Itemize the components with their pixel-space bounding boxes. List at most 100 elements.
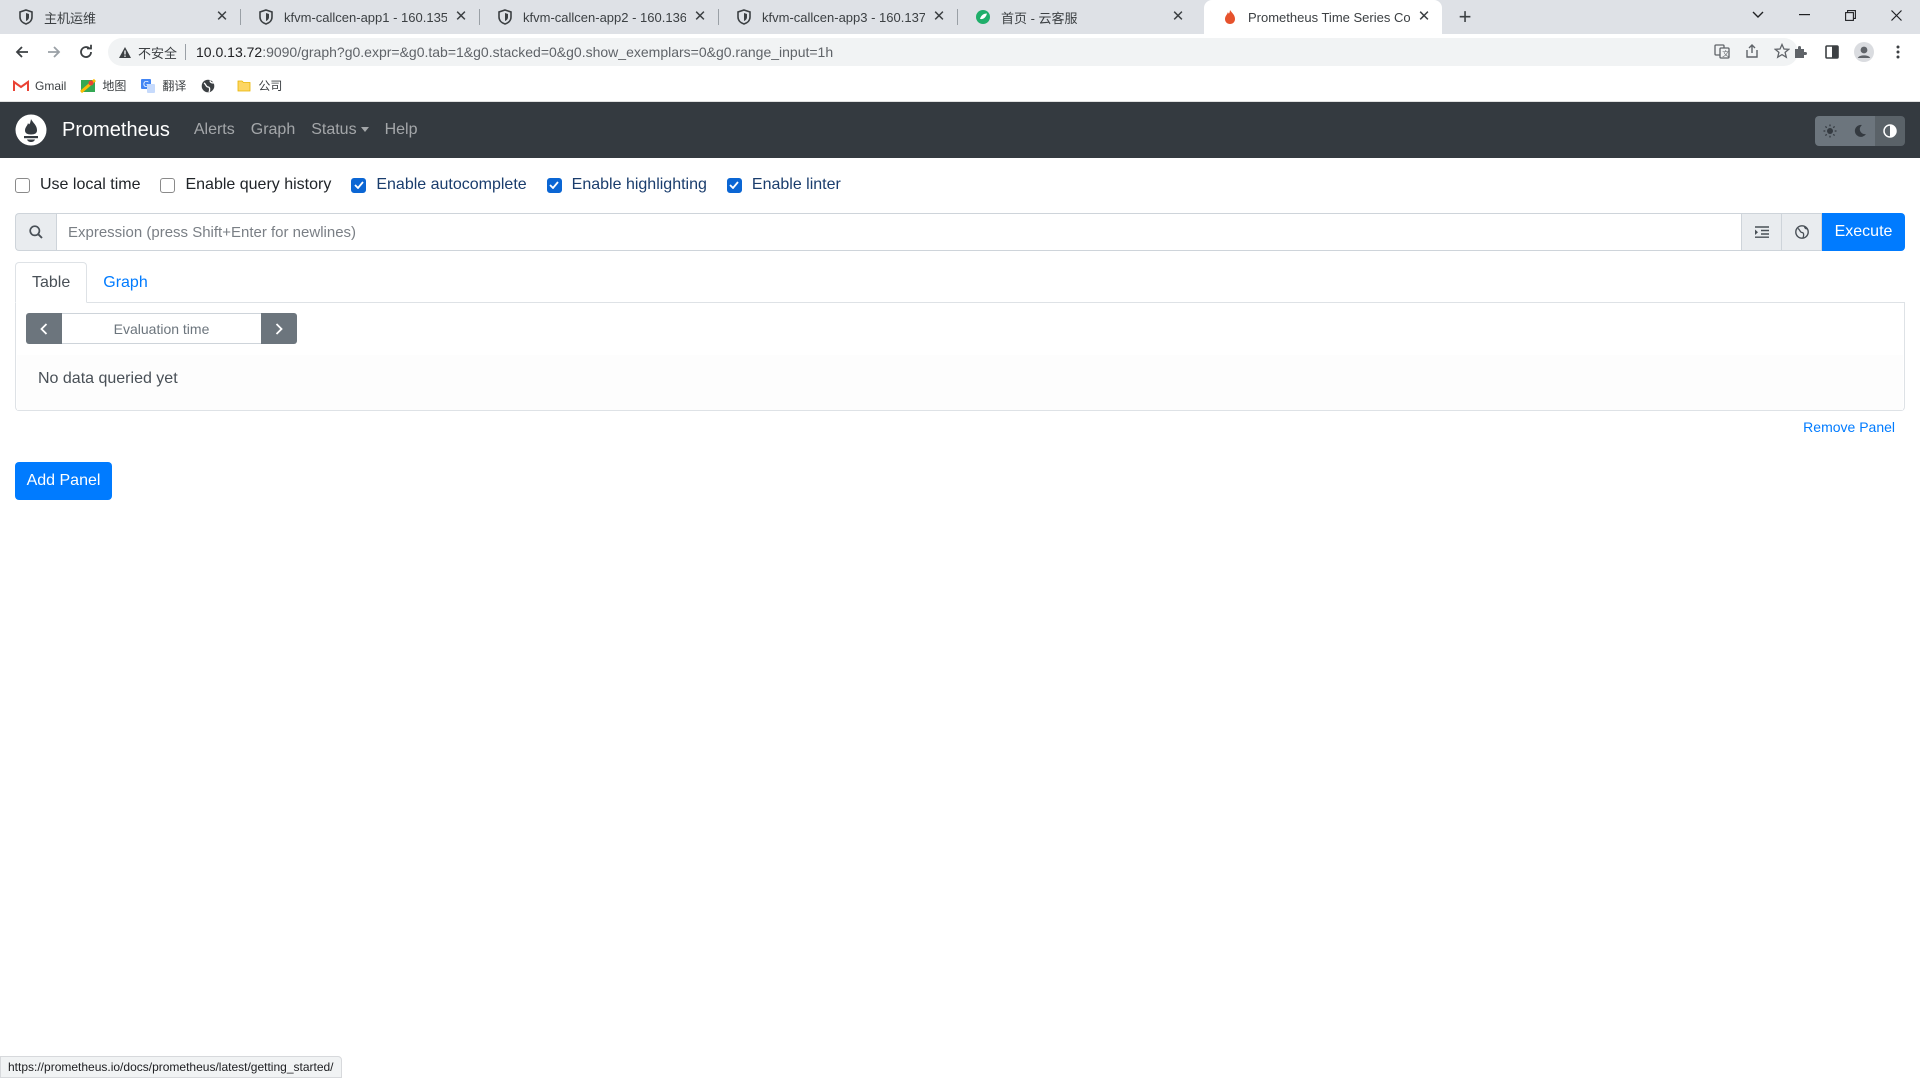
eval-next-button[interactable] (261, 313, 297, 344)
warning-icon[interactable] (118, 46, 132, 59)
tab-title: Prometheus Time Series Colle (1248, 9, 1410, 25)
option-enable-highlighting[interactable]: Enable highlighting (546, 176, 707, 194)
prometheus-logo-icon[interactable] (15, 114, 47, 146)
browser-toolbar: 不安全 10.0.13.72:9090/graph?g0.expr=&g0.ta… (0, 34, 1920, 70)
expression-input[interactable]: Expression (press Shift+Enter for newlin… (56, 213, 1742, 251)
theme-auto-button[interactable] (1875, 116, 1905, 146)
indent-icon (1754, 226, 1769, 238)
maps-icon (80, 78, 97, 94)
chevron-left-icon (40, 322, 48, 335)
checkbox-unchecked[interactable] (15, 177, 30, 193)
browser-tab[interactable]: kfvm-callcen-app1 - 160.135 ✕ (240, 0, 479, 34)
option-label: Use local time (40, 176, 141, 193)
bookmark-globe[interactable] (200, 78, 222, 94)
bookmark-label: 翻译 (162, 79, 187, 93)
check-icon (549, 181, 559, 189)
theme-light-button[interactable] (1815, 116, 1845, 146)
close-icon[interactable]: ✕ (1416, 9, 1432, 25)
checkbox-unchecked[interactable] (160, 177, 176, 193)
close-icon[interactable]: ✕ (931, 9, 947, 25)
option-label: Enable autocomplete (376, 176, 527, 193)
checkbox-checked[interactable] (726, 177, 742, 193)
close-icon[interactable]: ✕ (453, 9, 469, 25)
security-label[interactable]: 不安全 (138, 43, 177, 62)
tab-table[interactable]: Table (15, 262, 88, 303)
link-status-bar: https://prometheus.io/docs/prometheus/la… (0, 1056, 342, 1078)
checkbox-checked[interactable] (351, 177, 367, 193)
restore-icon[interactable] (1827, 0, 1873, 30)
tab-title: kfvm-callcen-app1 - 160.135 (284, 9, 447, 25)
bookmark-folder[interactable]: 公司 (236, 77, 282, 94)
evaluation-time-input[interactable]: Evaluation time (62, 313, 261, 344)
moon-icon (1854, 124, 1866, 137)
translate-page-icon[interactable]: 文 (1714, 43, 1730, 62)
bookmark-maps[interactable]: 地图 (80, 77, 126, 94)
caret-down-icon (360, 127, 369, 133)
prometheus-flame-icon (1222, 9, 1238, 25)
tab-title: 主机运维 (44, 10, 97, 26)
theme-dark-button[interactable] (1845, 116, 1875, 146)
folder-icon (236, 78, 252, 94)
nav-graph[interactable]: Graph (251, 121, 295, 139)
option-enable-autocomplete[interactable]: Enable autocomplete (351, 176, 527, 194)
option-enable-linter[interactable]: Enable linter (726, 176, 841, 194)
panel-content: Evaluation time No data queried yet (15, 302, 1905, 411)
extensions-icon[interactable] (1786, 38, 1814, 66)
tab-title: kfvm-callcen-app3 - 160.137 (762, 9, 925, 25)
execute-button[interactable]: Execute (1822, 213, 1905, 251)
query-options: Use local time Enable query history Enab… (15, 175, 861, 195)
tab-title: kfvm-callcen-app2 - 160.136 (523, 9, 686, 25)
option-label: Enable highlighting (571, 176, 707, 193)
browser-tab-strip: 主机运维 ✕ kfvm-callcen-app1 - 160.135 ✕ kfv… (0, 0, 1920, 34)
shield-icon (497, 9, 513, 25)
tab-graph[interactable]: Graph (87, 262, 163, 303)
translate-icon: G (140, 78, 156, 94)
address-bar[interactable]: 不安全 10.0.13.72:9090/graph?g0.expr=&g0.ta… (108, 38, 1798, 66)
side-panel-icon[interactable] (1818, 38, 1846, 66)
window-close-icon[interactable] (1873, 0, 1919, 30)
metrics-explorer-button[interactable] (1782, 213, 1822, 251)
browser-tab[interactable]: kfvm-callcen-app2 - 160.136 ✕ (479, 0, 718, 34)
profile-avatar-icon[interactable] (1850, 38, 1878, 66)
bookmark-gmail[interactable]: Gmail (13, 78, 66, 94)
chevron-right-icon (275, 322, 283, 335)
new-tab-button[interactable]: + (1452, 5, 1478, 31)
browser-tab-active[interactable]: Prometheus Time Series Colle ✕ (1204, 0, 1442, 34)
option-enable-query-history[interactable]: Enable query history (160, 176, 331, 194)
green-leaf-icon (975, 9, 991, 25)
gmail-icon (13, 78, 29, 94)
theme-toggle-group (1815, 116, 1905, 146)
share-icon[interactable] (1744, 43, 1760, 62)
option-label: Enable query history (185, 176, 332, 193)
bookmark-label: 地图 (102, 79, 127, 93)
bookmark-translate[interactable]: G 翻译 (140, 77, 186, 94)
remove-panel-link[interactable]: Remove Panel (1803, 419, 1895, 435)
eval-prev-button[interactable] (26, 313, 62, 344)
browser-tab[interactable]: kfvm-callcen-app3 - 160.137 ✕ (718, 0, 957, 34)
prometheus-navbar: Prometheus Alerts Graph Status Help (0, 102, 1920, 158)
nav-alerts[interactable]: Alerts (194, 121, 235, 139)
close-icon[interactable]: ✕ (1170, 9, 1186, 25)
back-icon[interactable] (8, 38, 36, 66)
forward-icon[interactable] (40, 38, 68, 66)
close-icon[interactable]: ✕ (692, 9, 708, 25)
nav-status-label: Status (311, 121, 357, 138)
minimize-icon[interactable] (1781, 0, 1827, 30)
nav-help[interactable]: Help (385, 121, 418, 139)
bookmark-label: 公司 (258, 79, 283, 93)
option-use-local-time[interactable]: Use local time (15, 176, 140, 194)
format-expression-button[interactable] (1742, 213, 1782, 251)
close-icon[interactable]: ✕ (214, 9, 230, 25)
reload-icon[interactable] (72, 38, 100, 66)
browser-tab[interactable]: 首页 - 云客服 ✕ (957, 0, 1196, 34)
check-icon (729, 181, 740, 189)
tab-search-icon[interactable] (1735, 0, 1781, 30)
checkbox-checked[interactable] (546, 177, 562, 193)
nav-status-dropdown[interactable]: Status (311, 121, 369, 139)
brand-title[interactable]: Prometheus (62, 119, 170, 142)
tab-title: 首页 - 云客服 (1001, 10, 1078, 26)
browser-menu-icon[interactable] (1884, 38, 1912, 66)
add-panel-button[interactable]: Add Panel (15, 462, 112, 500)
option-label: Enable linter (751, 176, 841, 193)
browser-tab[interactable]: 主机运维 ✕ (0, 0, 240, 34)
